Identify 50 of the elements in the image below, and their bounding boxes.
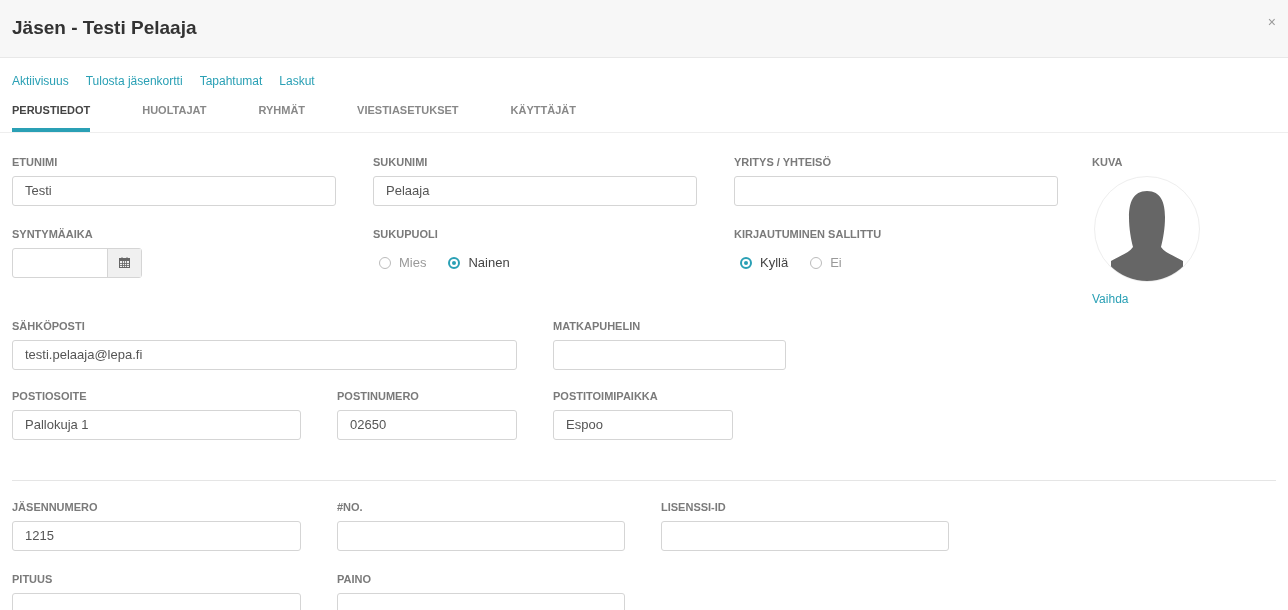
action-link[interactable]: Tulosta jäsenkortti [85,72,183,90]
field-label: SUKUPUOLI [373,227,439,241]
text-field[interactable]: Pallokuja 1 [12,409,301,440]
action-link[interactable]: Tapahtumat [199,72,263,90]
text-field[interactable]: Pelaaja [373,175,697,206]
text-field[interactable]: 1215 [12,520,301,551]
field-label: LISENSSI-ID [661,500,727,514]
tab[interactable]: RYHMÄT [258,102,306,132]
tab[interactable]: HUOLTAJAT [142,102,207,132]
field-label: #NO. [337,500,364,514]
radio-label: Nainen [468,253,510,272]
field-label: POSTITOIMIPAIKKA [553,389,659,403]
field-label: POSTIOSOITE [12,389,88,403]
text-field[interactable] [337,520,625,551]
field-label: POSTINUMERO [337,389,420,403]
field-label: PAINO [337,572,373,586]
tab[interactable]: PERUSTIEDOT [12,102,91,132]
text-field[interactable] [661,520,949,551]
radio-label: Kyllä [760,253,789,272]
field-label: SÄHKÖPOSTI [12,319,86,333]
field-label: SYNTYMÄAIKA [12,227,94,241]
text-field[interactable] [553,339,786,370]
tab[interactable]: KÄYTTÄJÄT [510,102,576,132]
action-link[interactable]: Aktiivisuus [12,72,69,90]
field-label: MATKAPUHELIN [553,319,642,333]
dialog-title: Jäsen - Testi Pelaaja [12,16,197,41]
field-label: KIRJAUTUMINEN SALLITTU [734,227,883,241]
date-field[interactable] [12,247,142,278]
close-button[interactable]: × [1267,12,1276,33]
change-photo-link[interactable]: Vaihda [1092,289,1200,308]
radio-label: Mies [399,253,427,272]
field-label: YRITYS / YHTEISÖ [734,155,832,169]
calendar-icon [119,257,130,268]
field-label: JÄSENNUMERO [12,500,99,514]
field-label: SUKUNIMI [373,155,429,169]
field-label: ETUNIMI [12,155,59,169]
field-label: KUVA [1092,155,1124,169]
calendar-button[interactable] [107,248,141,277]
tab[interactable]: VIESTIASETUKSET [357,102,459,132]
text-field[interactable]: Espoo [553,409,733,440]
text-field[interactable] [734,175,1058,206]
text-field[interactable]: testi.pelaaja@lepa.fi [12,339,517,370]
radio-label: Ei [830,253,842,272]
text-field[interactable]: Testi [12,175,336,206]
field-label: PITUUS [12,572,54,586]
radio-button[interactable] [448,256,461,269]
text-field[interactable]: 02650 [337,409,517,440]
radio-button[interactable] [740,256,752,269]
person-silhouette-icon [1109,188,1185,281]
action-link[interactable]: Laskut [279,72,315,90]
